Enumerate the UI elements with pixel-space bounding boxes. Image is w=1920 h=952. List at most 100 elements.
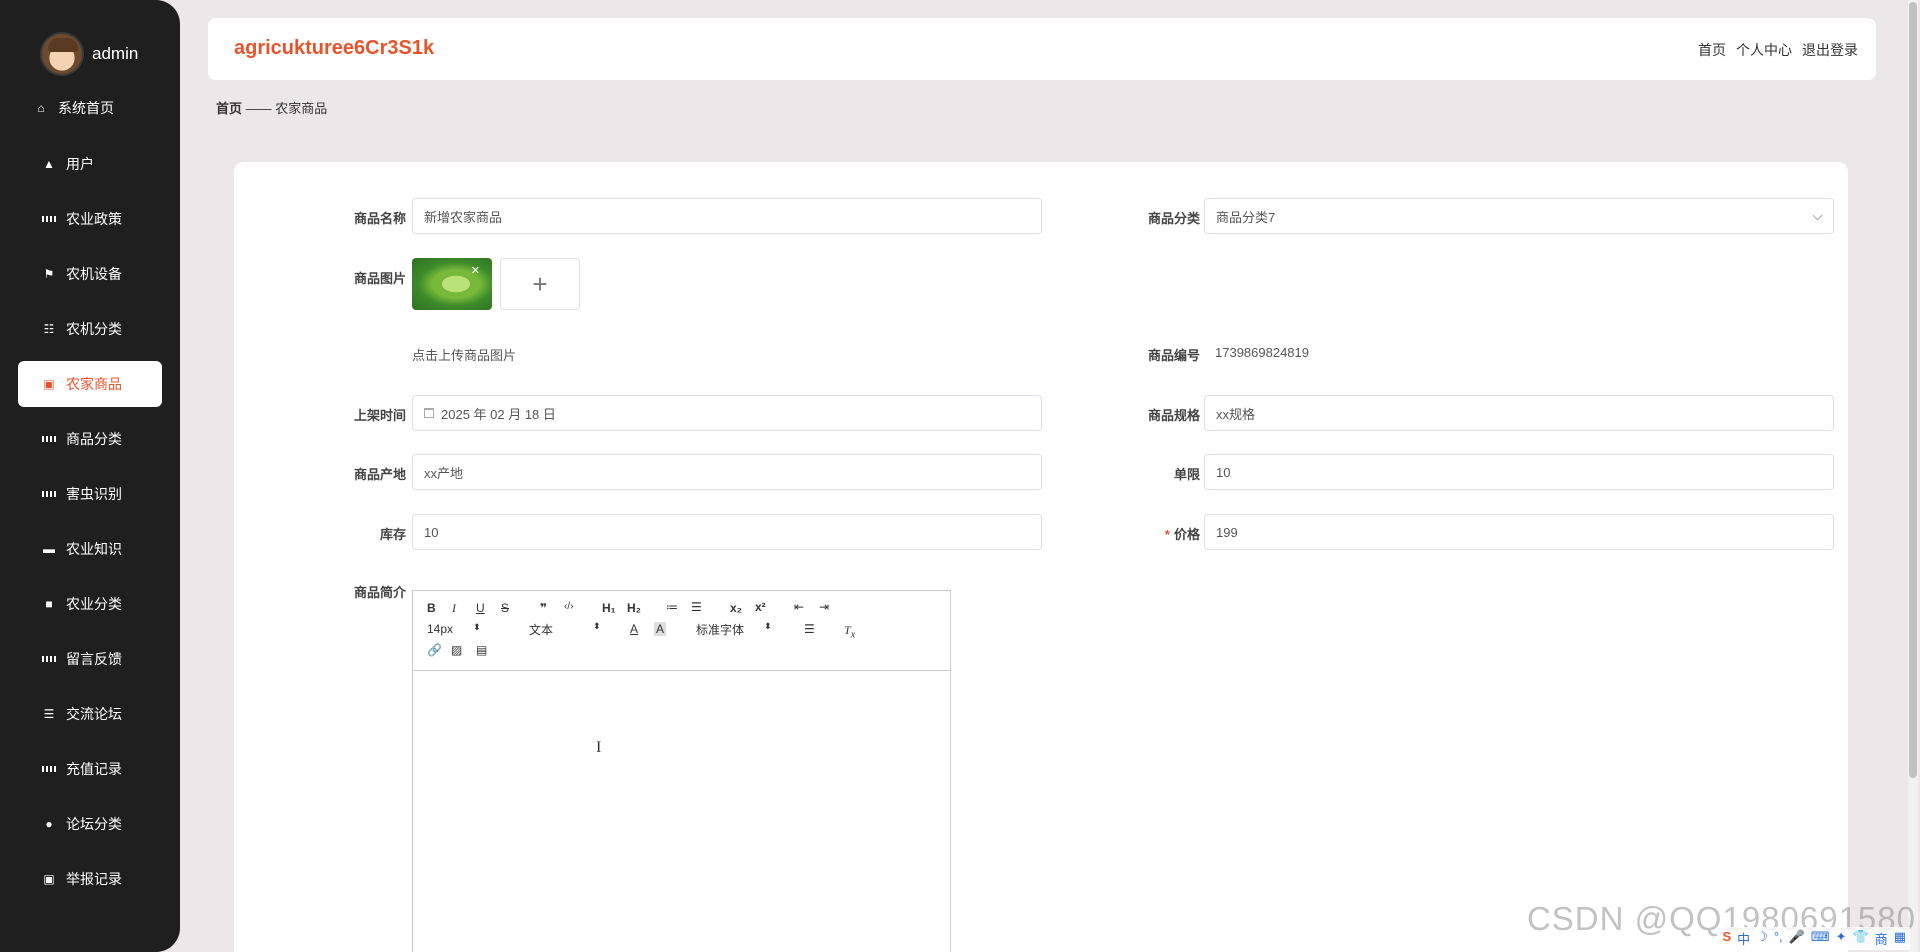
person-icon: ● <box>45 816 53 831</box>
align-icon[interactable]: ☰ <box>804 622 815 636</box>
code-label: 商品编号 <box>1147 348 1200 363</box>
header-links: 首页 个人中心 退出登录 <box>1698 40 1858 60</box>
sidebar-item-label: 论坛分类 <box>66 815 122 832</box>
sidebar-item-reports[interactable]: ▣ 举报记录 <box>0 851 180 906</box>
sidebar-nav: ⌂ 系统首页 ▲ 用户 农业政策 ⚑ 农机设备 ☷ 农机分类 ▣ 农家商品 商品… <box>0 90 180 906</box>
sidebar-item-machinery[interactable]: ⚑ 农机设备 <box>0 246 180 301</box>
avatar[interactable] <box>40 32 84 76</box>
home-icon: ⌂ <box>37 101 45 115</box>
listing-date-picker[interactable]: 2025 年 02 月 18 日 <box>412 395 1042 431</box>
blockquote-button[interactable]: ❞ <box>540 601 547 615</box>
sidebar-item-agri-category[interactable]: ■ 农业分类 <box>0 576 180 631</box>
image-icon[interactable]: ▨ <box>451 643 462 657</box>
grid-icon <box>42 212 56 226</box>
intro-label: 商品简介 <box>353 585 406 600</box>
updown-icon: ⬍ <box>593 621 601 631</box>
header-link-profile[interactable]: 个人中心 <box>1736 40 1792 60</box>
product-form-card: 商品名称 新增农家商品 商品分类 商品分类7 商品图片 ✕ + 点击上传商品图片… <box>234 162 1848 952</box>
grid-icon <box>42 652 56 666</box>
chevron-down-icon <box>1812 210 1823 221</box>
header-link-logout[interactable]: 退出登录 <box>1802 40 1858 60</box>
outdent-button[interactable]: ⇤ <box>794 600 804 614</box>
sidebar-item-knowledge[interactable]: ▬ 农业知识 <box>0 521 180 576</box>
h1-button[interactable]: H₁ <box>602 601 616 615</box>
ime-grid-icon: ▦ <box>1893 929 1906 944</box>
updown-icon: ⬍ <box>764 621 772 631</box>
underline-button[interactable]: U <box>476 601 485 615</box>
price-label: * 价格 <box>1120 524 1200 543</box>
user-brand: admin <box>40 32 138 76</box>
sidebar-item-feedback[interactable]: 留言反馈 <box>0 631 180 686</box>
ime-logo-icon: S <box>1722 929 1732 944</box>
spec-label: 商品规格 <box>1147 408 1200 423</box>
origin-label: 商品产地 <box>353 467 406 482</box>
sidebar-item-users[interactable]: ▲ 用户 <box>0 136 180 191</box>
code-block-button[interactable]: ‹/› <box>564 601 573 612</box>
stock-input[interactable]: 10 <box>412 514 1042 550</box>
product-spec-value: xx规格 <box>1216 406 1256 422</box>
price-input[interactable]: 199 <box>1204 514 1834 550</box>
sidebar-item-machinery-category[interactable]: ☷ 农机分类 <box>0 301 180 356</box>
bold-button[interactable]: B <box>427 601 436 615</box>
calendar-icon <box>424 408 434 418</box>
sidebar-item-recharge[interactable]: 充值记录 <box>0 741 180 796</box>
sidebar-item-label: 农业政策 <box>66 210 122 227</box>
superscript-button[interactable]: x² <box>755 600 766 614</box>
strike-button[interactable]: S <box>501 601 509 615</box>
font-color-icon[interactable]: A <box>630 622 638 636</box>
sidebar-item-home[interactable]: ⌂ 系统首页 <box>0 90 180 126</box>
sidebar-item-label: 交流论坛 <box>66 705 122 722</box>
sidebar-item-label: 害虫识别 <box>66 485 122 502</box>
sidebar-item-policy[interactable]: 农业政策 <box>0 191 180 246</box>
product-name-input[interactable]: 新增农家商品 <box>412 198 1042 234</box>
product-spec-input[interactable]: xx规格 <box>1204 395 1834 431</box>
ime-skin-icon: ✦ <box>1835 929 1847 944</box>
italic-button[interactable]: I <box>452 601 456 616</box>
purchase-limit-value: 10 <box>1216 464 1231 480</box>
price-value: 199 <box>1216 524 1238 540</box>
background-color-icon[interactable]: A <box>654 622 667 636</box>
product-image-thumbnail[interactable]: ✕ <box>412 258 492 310</box>
editor-content-area[interactable]: I <box>413 671 950 952</box>
sidebar-item-label: 系统首页 <box>58 100 114 116</box>
ime-chinese-icon: 中 <box>1737 932 1751 947</box>
breadcrumb: 首页 —— 农家商品 <box>216 98 327 117</box>
sidebar-item-label: 用户 <box>66 155 94 172</box>
sidebar-item-pest[interactable]: 害虫识别 <box>0 466 180 521</box>
sidebar-item-label: 举报记录 <box>66 870 122 887</box>
text-type-select[interactable]: 文本 ⬍ <box>529 621 601 638</box>
h2-button[interactable]: H₂ <box>627 601 641 615</box>
upload-image-button[interactable]: + <box>500 258 580 310</box>
stock-value: 10 <box>424 524 439 540</box>
sidebar-item-forum[interactable]: ☰ 交流论坛 <box>0 686 180 741</box>
limit-label: 单限 <box>1173 467 1200 482</box>
bullet-list-button[interactable]: ☰ <box>691 600 702 614</box>
video-icon[interactable]: ▤ <box>476 643 487 657</box>
subscript-button[interactable]: x₂ <box>730 601 742 615</box>
ordered-list-button[interactable]: ≔ <box>666 600 678 614</box>
clear-format-icon[interactable]: Tx <box>844 623 855 640</box>
product-origin-value: xx产地 <box>424 465 464 481</box>
ime-moon-icon: ☽ <box>1756 929 1768 944</box>
sidebar-item-product-category[interactable]: 商品分类 <box>0 411 180 466</box>
header-link-home[interactable]: 首页 <box>1698 40 1726 60</box>
ime-toolbar: S 中 ☽ °, 🎤 ⌨ ✦ 👕 商 ▦ <box>1718 927 1910 950</box>
list-icon: ☷ <box>43 321 55 336</box>
font-size-value: 14px <box>427 622 454 636</box>
product-category-select[interactable]: 商品分类7 <box>1204 198 1834 234</box>
sidebar-item-forum-category[interactable]: ● 论坛分类 <box>0 796 180 851</box>
username: admin <box>92 44 139 63</box>
indent-button[interactable]: ⇥ <box>819 600 829 614</box>
product-code-value: 1739869824819 <box>1215 345 1309 360</box>
scrollbar-thumb[interactable] <box>1909 2 1917 778</box>
breadcrumb-home[interactable]: 首页 <box>216 101 242 116</box>
link-icon[interactable]: 🔗 <box>427 643 442 657</box>
product-category-value: 商品分类7 <box>1216 209 1276 225</box>
remove-image-icon[interactable]: ✕ <box>471 264 480 277</box>
sidebar-item-farm-products[interactable]: ▣ 农家商品 <box>18 361 162 407</box>
font-family-select[interactable]: 标准字体 ⬍ <box>696 621 772 638</box>
product-origin-input[interactable]: xx产地 <box>412 454 1042 490</box>
font-size-select[interactable]: 14px ⬍ <box>427 622 481 636</box>
purchase-limit-input[interactable]: 10 <box>1204 454 1834 490</box>
app-title: agricukturee6Cr3S1k <box>234 37 435 59</box>
